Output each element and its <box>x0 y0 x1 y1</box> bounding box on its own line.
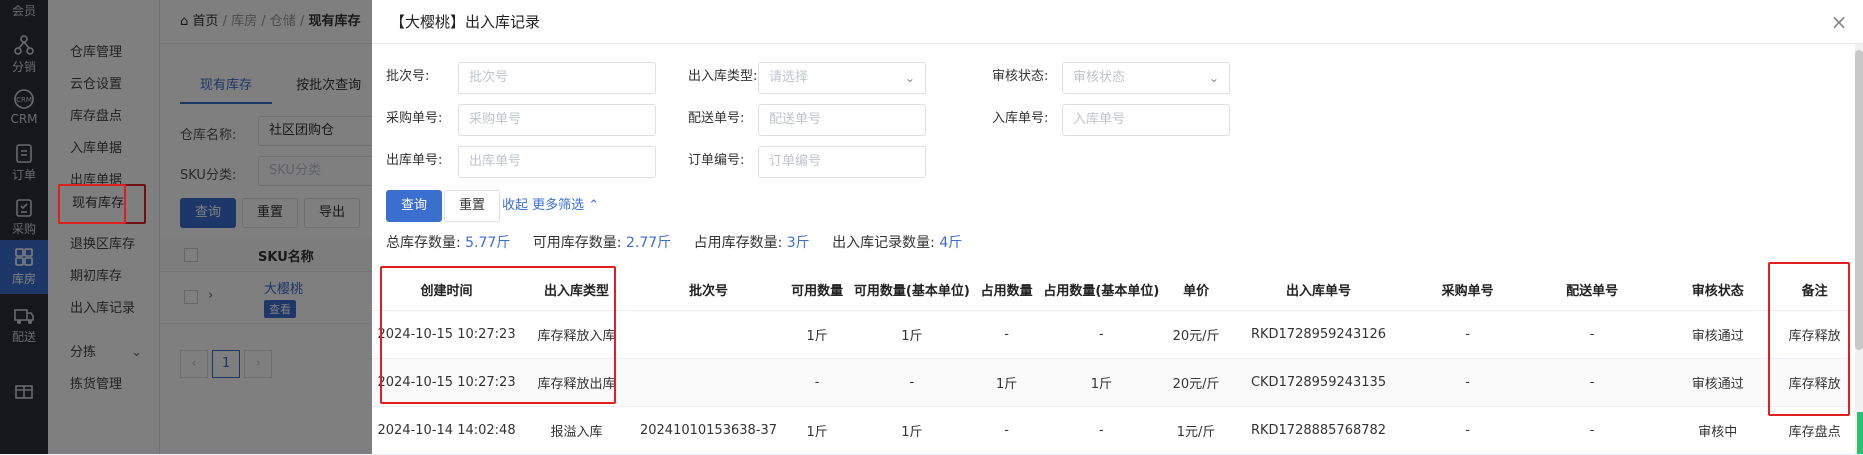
cell-purchase-no: - <box>1409 310 1527 359</box>
occupied-stock-label: 占用库存数量: <box>693 235 783 251</box>
query-button[interactable]: 查询 <box>386 190 443 222</box>
batch-no-label: 批次号: <box>386 69 430 84</box>
io-type-placeholder: 请选择 <box>769 70 809 85</box>
table-header-row: 创建时间 出入库类型 批次号 可用数量 可用数量(基本单位) 占用数量 占用数量… <box>372 270 1852 311</box>
io-type-label: 出入库类型: <box>688 69 758 84</box>
cell-occupied-qty-base: - <box>1038 406 1165 455</box>
cell-io-type: 报溢入库 <box>521 406 632 455</box>
collapse-filters-link[interactable]: 收起 更多筛选 ⌃ <box>502 190 599 222</box>
col-available-qty: 可用数量 <box>785 270 850 311</box>
chevron-down-icon: ⌄ <box>1208 71 1219 85</box>
batch-no-input[interactable]: 批次号 <box>458 62 656 94</box>
delivery-no-input[interactable]: 配送单号 <box>758 104 926 136</box>
col-delivery-no: 配送单号 <box>1526 270 1659 311</box>
total-stock-value: 5.77斤 <box>465 235 511 251</box>
cell-purchase-no: - <box>1409 358 1527 407</box>
order-no-input[interactable]: 订单编号 <box>758 146 926 178</box>
col-occupied-qty: 占用数量 <box>974 270 1039 311</box>
cell-delivery-no: - <box>1526 406 1659 455</box>
cell-remark: 库存释放 <box>1777 358 1852 407</box>
cell-batch-no: 20241010153638-37 <box>631 406 786 455</box>
total-stock-label: 总库存数量: <box>386 235 461 251</box>
cell-occupied-qty-base: 1斤 <box>1038 358 1165 407</box>
cell-io-type: 库存释放入库 <box>521 310 632 359</box>
cell-unit-price: 1元/斤 <box>1164 406 1229 455</box>
cell-batch-no <box>631 310 786 359</box>
inbound-no-label: 入库单号: <box>992 111 1049 126</box>
cell-occupied-qty-base: - <box>1038 310 1165 359</box>
outbound-no-input[interactable]: 出库单号 <box>458 146 656 178</box>
side-indicator <box>1857 412 1863 454</box>
cell-available-qty-base: - <box>849 358 975 407</box>
chevron-up-icon: ⌃ <box>588 198 600 213</box>
io-records-table: 创建时间 出入库类型 批次号 可用数量 可用数量(基本单位) 占用数量 占用数量… <box>372 270 1852 455</box>
delivery-no-label: 配送单号: <box>688 111 745 126</box>
cell-created-time: 2024-10-14 14:02:48 <box>372 406 522 455</box>
purchase-no-label: 采购单号: <box>386 111 443 126</box>
occupied-stock-value: 3斤 <box>786 235 810 251</box>
cell-delivery-no: - <box>1526 358 1659 407</box>
cell-audit-status: 审核通过 <box>1658 310 1778 359</box>
dialog-scrollbar-thumb[interactable] <box>1855 50 1863 350</box>
cell-io-doc-no: RKD1728959243126 <box>1228 310 1410 359</box>
cell-available-qty-base: 1斤 <box>849 310 975 359</box>
cell-audit-status: 审核通过 <box>1658 358 1778 407</box>
col-remark: 备注 <box>1777 270 1852 311</box>
io-records-dialog: 【大樱桃】出入库记录 × 批次号: 批次号 出入库类型: 请选择 ⌄ 审核状态: … <box>372 0 1863 455</box>
stock-summary: 总库存数量: 5.77斤 可用库存数量: 2.77斤 占用库存数量: 3斤 出入… <box>386 228 980 258</box>
close-icon[interactable]: × <box>1829 12 1849 32</box>
table-row: 2024-10-15 10:27:23 库存释放出库 - - 1斤 1斤 20元… <box>372 358 1852 407</box>
col-created-time: 创建时间 <box>372 270 522 311</box>
col-unit-price: 单价 <box>1164 270 1229 311</box>
col-available-qty-base: 可用数量(基本单位) <box>849 270 975 311</box>
purchase-no-input[interactable]: 采购单号 <box>458 104 656 136</box>
cell-remark: 库存盘点 <box>1777 406 1852 455</box>
available-stock-label: 可用库存数量: <box>532 235 622 251</box>
record-count-label: 出入库记录数量: <box>832 235 935 251</box>
audit-status-select[interactable]: 审核状态 ⌄ <box>1062 62 1230 94</box>
cell-unit-price: 20元/斤 <box>1164 358 1229 407</box>
cell-available-qty-base: 1斤 <box>849 406 975 455</box>
cell-purchase-no: - <box>1409 406 1527 455</box>
chevron-down-icon: ⌄ <box>904 71 915 85</box>
cell-batch-no <box>631 358 786 407</box>
cell-created-time: 2024-10-15 10:27:23 <box>372 358 522 407</box>
audit-status-label: 审核状态: <box>992 69 1049 84</box>
cell-remark: 库存释放 <box>1777 310 1852 359</box>
cell-available-qty: - <box>785 358 850 407</box>
inbound-no-input[interactable]: 入库单号 <box>1062 104 1230 136</box>
cell-io-doc-no: CKD1728959243135 <box>1228 358 1410 407</box>
io-type-select[interactable]: 请选择 ⌄ <box>758 62 926 94</box>
cell-created-time: 2024-10-15 10:27:23 <box>372 310 522 359</box>
col-io-type: 出入库类型 <box>521 270 632 311</box>
order-no-label: 订单编号: <box>688 153 745 168</box>
cell-io-type: 库存释放出库 <box>521 358 632 407</box>
outbound-no-label: 出库单号: <box>386 153 443 168</box>
cell-occupied-qty: - <box>974 310 1039 359</box>
record-count-value: 4斤 <box>939 235 963 251</box>
col-audit-status: 审核状态 <box>1658 270 1778 311</box>
dialog-title: 【大樱桃】出入库记录 <box>372 0 1863 44</box>
col-purchase-no: 采购单号 <box>1409 270 1527 311</box>
available-stock-value: 2.77斤 <box>625 235 672 251</box>
col-batch-no: 批次号 <box>631 270 786 311</box>
table-row: 2024-10-14 14:02:48 报溢入库 20241010153638-… <box>372 406 1852 455</box>
cell-available-qty: 1斤 <box>785 310 850 359</box>
cell-available-qty: 1斤 <box>785 406 850 455</box>
col-io-doc-no: 出入库单号 <box>1228 270 1410 311</box>
table-row: 2024-10-15 10:27:23 库存释放入库 1斤 1斤 - - 20元… <box>372 310 1852 359</box>
audit-status-placeholder: 审核状态 <box>1073 70 1126 85</box>
cell-occupied-qty: 1斤 <box>974 358 1039 407</box>
reset-button[interactable]: 重置 <box>444 190 501 222</box>
col-occupied-qty-base: 占用数量(基本单位) <box>1038 270 1165 311</box>
cell-io-doc-no: RKD1728885768782 <box>1228 406 1410 455</box>
cell-occupied-qty: - <box>974 406 1039 455</box>
cell-audit-status: 审核中 <box>1658 406 1778 455</box>
cell-delivery-no: - <box>1526 310 1659 359</box>
collapse-filters-label: 收起 更多筛选 <box>502 198 585 213</box>
cell-unit-price: 20元/斤 <box>1164 310 1229 359</box>
